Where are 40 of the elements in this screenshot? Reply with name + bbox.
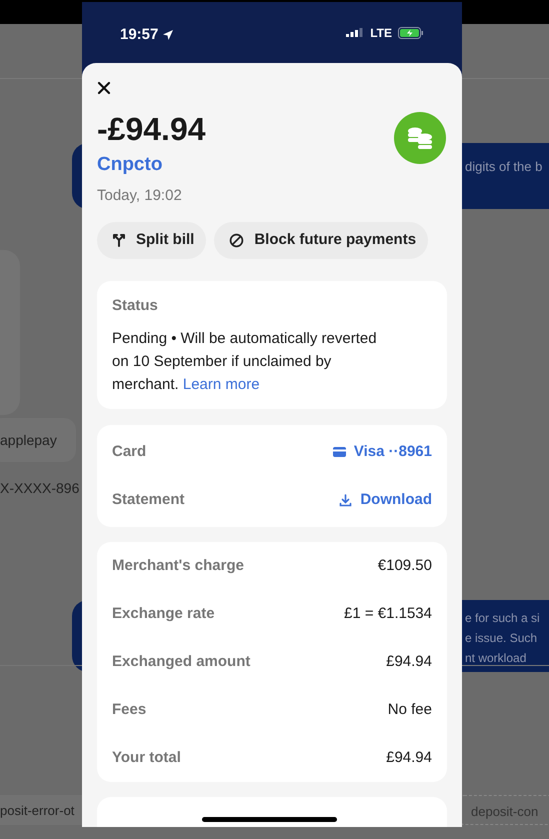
charge-value: £94.94 — [386, 748, 432, 768]
coins-icon — [407, 126, 433, 148]
charge-label: Your total — [112, 748, 181, 768]
download-icon — [339, 494, 352, 506]
clock-text: 19:57 — [120, 25, 158, 45]
card-icon — [332, 447, 346, 457]
block-icon — [229, 232, 244, 248]
merchant-link[interactable]: Cnpcto — [97, 150, 206, 179]
file-chip: posit-error-ot — [0, 795, 82, 825]
action-button[interactable]: Split bill — [97, 222, 206, 258]
charge-label: Exchanged amount — [112, 652, 250, 672]
date-text: Today, 19:02 — [97, 186, 183, 206]
charge-label: Fees — [112, 700, 146, 720]
message-text: digits of the b — [465, 158, 544, 176]
message-text: nt workload — [465, 650, 528, 667]
amount-text: -£94.94 — [97, 110, 206, 148]
learn-more-link[interactable]: Learn more — [182, 376, 260, 393]
message-text: e for such a si — [465, 610, 541, 627]
status-text: Pending • Will be automatically reverted on 10 September if unclaimed by merchant. Learn more — [112, 329, 378, 395]
charge-label: Exchange rate — [112, 604, 215, 624]
charge-value: No fee — [388, 700, 432, 720]
tag-chip: applepay — [0, 418, 76, 462]
detail-label: Statement — [112, 490, 185, 510]
network-text: LTE — [370, 25, 392, 42]
action-button[interactable]: Block future payments — [214, 222, 428, 258]
card-number-text: X-XXXX-896 — [0, 479, 80, 498]
signal-icon — [346, 28, 364, 38]
charge-value: £94.94 — [386, 652, 432, 672]
battery-icon — [398, 27, 424, 39]
location-icon — [162, 29, 174, 42]
detail-link[interactable]: Visa ··8961 — [332, 440, 432, 464]
message-text: e issue. Such — [465, 630, 538, 647]
status-title: Status — [112, 296, 159, 316]
close-icon[interactable] — [97, 80, 111, 94]
detail-label: Card — [112, 442, 146, 462]
detail-link[interactable]: Download — [339, 488, 432, 512]
split-icon — [112, 233, 126, 247]
charge-value: €109.50 — [378, 556, 432, 576]
charge-label: Merchant's charge — [112, 556, 244, 576]
charge-value: £1 = €1.1534 — [344, 604, 432, 624]
